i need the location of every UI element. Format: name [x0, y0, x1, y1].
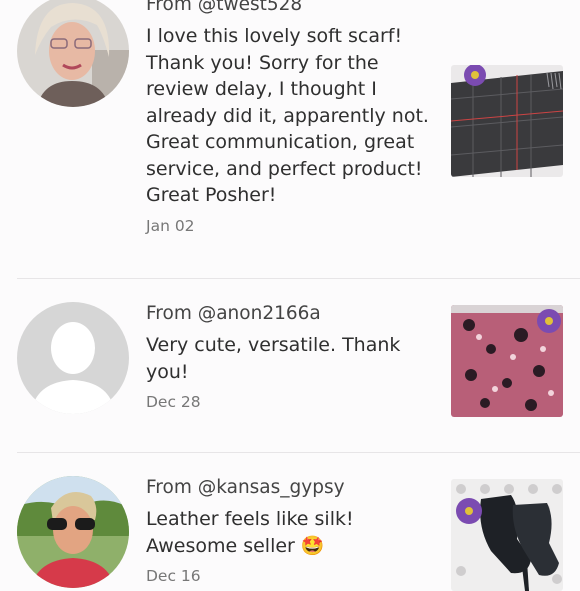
product-thumbnail[interactable] — [451, 479, 563, 591]
divider — [17, 452, 580, 453]
divider — [17, 278, 580, 279]
product-thumbnail[interactable] — [451, 65, 563, 177]
reviewer-username[interactable]: From @anon2166a — [146, 301, 436, 327]
star-struck-emoji: 🤩 — [300, 534, 325, 557]
reviewer-username[interactable]: From @kansas_gypsy — [146, 475, 436, 501]
review-text: I love this lovely soft scarf! Thank you… — [146, 25, 429, 206]
reviewer-avatar[interactable] — [17, 0, 129, 107]
product-thumbnail[interactable] — [451, 305, 563, 417]
review-date: Jan 02 — [146, 216, 195, 235]
review-text: Very cute, versatile. Thank you! — [146, 334, 401, 383]
review-text: Leather feels like silk! Awesome seller … — [146, 506, 436, 559]
reviewer-avatar[interactable] — [17, 302, 129, 414]
reviewer-avatar[interactable] — [17, 476, 129, 588]
review-date: Dec 16 — [146, 567, 201, 585]
reviewer-username[interactable]: From @twest528 — [146, 0, 436, 18]
review-date: Dec 28 — [146, 393, 201, 411]
